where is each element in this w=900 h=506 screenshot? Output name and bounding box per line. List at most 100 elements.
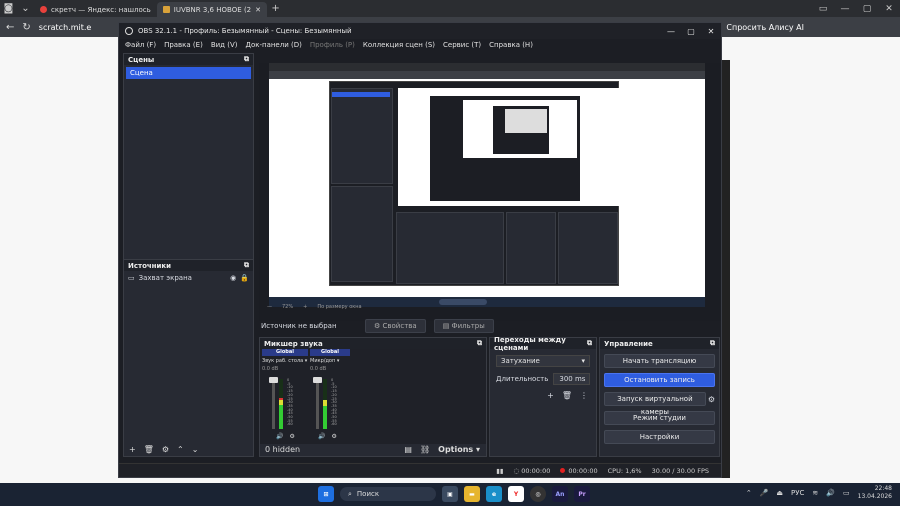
- close-icon[interactable]: ✕: [701, 27, 721, 36]
- move-up-icon[interactable]: ⌃: [177, 445, 184, 454]
- meter-tick: -60: [331, 422, 337, 427]
- channel-name[interactable]: Микр/доп ▾: [310, 358, 350, 364]
- maximize-icon[interactable]: ▢: [681, 27, 701, 36]
- new-tab-button[interactable]: +: [267, 0, 284, 17]
- virtual-camera-button[interactable]: Запуск виртуальной камеры: [604, 392, 706, 416]
- background-window: [722, 60, 730, 478]
- settings-button[interactable]: Настройки: [604, 430, 715, 444]
- undock-icon[interactable]: ⧉: [587, 339, 592, 348]
- properties-button[interactable]: ⚙ Свойства: [365, 319, 426, 333]
- windows-taskbar: ⊞ ⌕ Поиск ▣ ▬ e Y ◎ An Pr ⌃ 🎤 ⏏ РУС ≋ 🔊 ▭…: [0, 483, 900, 506]
- back-icon[interactable]: ←: [6, 22, 14, 33]
- network-icon: ▮▮: [496, 466, 504, 475]
- yandex-browser-icon[interactable]: Y: [508, 486, 524, 502]
- trash-icon[interactable]: 🗑: [562, 391, 572, 400]
- meter-ticks: 0 -5 -10 -15 -20 -25 -30 -35 -40 -45 -50 -55 -60: [287, 378, 293, 427]
- speaker-icon[interactable]: 🔊: [276, 433, 283, 440]
- channel-gear-icon[interactable]: ⚙: [331, 433, 336, 440]
- menu-profile[interactable]: Профиль (P): [310, 41, 355, 49]
- scenes-header: Сцены: [128, 55, 155, 64]
- scene-item[interactable]: Сцена: [126, 67, 251, 79]
- task-view-icon[interactable]: ▣: [442, 486, 458, 502]
- studio-mode-button[interactable]: Режим студии: [604, 411, 715, 425]
- taskbar-search[interactable]: ⌕ Поиск: [340, 487, 436, 501]
- battery-icon[interactable]: ▭: [843, 489, 850, 497]
- undock-icon[interactable]: ⧉: [244, 55, 249, 64]
- mixer-layout-icon[interactable]: ▤: [404, 445, 412, 454]
- chevron-up-icon[interactable]: ⌃: [746, 489, 752, 497]
- maximize-icon[interactable]: ▢: [856, 4, 878, 14]
- meter-tick: -60: [287, 422, 293, 427]
- menu-tools[interactable]: Сервис (T): [443, 41, 481, 49]
- speaker-icon[interactable]: 🔊: [318, 433, 325, 440]
- volume-slider[interactable]: [313, 377, 322, 429]
- undock-icon[interactable]: ⧉: [477, 339, 482, 348]
- tab-list-icon[interactable]: ⌄: [17, 0, 34, 17]
- mixer-channel-desktop: Global Звук раб. стола ▾ 0.0 dB 0 -5 -10 -1…: [262, 349, 308, 440]
- reload-icon[interactable]: ↻: [22, 22, 30, 33]
- profile-icon[interactable]: ◙: [0, 0, 17, 17]
- more-icon[interactable]: ⋮: [580, 391, 588, 400]
- move-down-icon[interactable]: ⌄: [192, 445, 199, 454]
- obs-taskbar-icon[interactable]: ◎: [530, 486, 546, 502]
- microphone-icon[interactable]: 🎤: [760, 489, 769, 497]
- zoom-out-icon[interactable]: —: [267, 304, 272, 310]
- zoom-fit-select[interactable]: По размеру окна: [317, 304, 361, 310]
- fps-readout: 30.00 / 30.00 FPS: [651, 466, 709, 475]
- bookmarks-icon[interactable]: ▭: [812, 4, 834, 14]
- record-time: 00:00:00: [560, 467, 598, 475]
- stop-record-button[interactable]: Остановить запись: [604, 373, 715, 387]
- menu-scene-collection[interactable]: Коллекция сцен (S): [363, 41, 435, 49]
- start-icon[interactable]: ⊞: [318, 486, 334, 502]
- filters-button[interactable]: ▤ Фильтры: [433, 319, 494, 333]
- mixer-channel-mic: Global Микр/доп ▾ 0.0 dB 0 -5 -10 -15 -20 -25…: [310, 349, 350, 440]
- preview-canvas[interactable]: [269, 63, 705, 307]
- add-transition-icon[interactable]: +: [547, 391, 554, 400]
- close-icon[interactable]: ✕: [878, 4, 900, 14]
- browser-tab-1[interactable]: скретч — Яндекс: нашлось: [34, 2, 157, 17]
- edge-icon[interactable]: e: [486, 486, 502, 502]
- duration-input[interactable]: 300 ms: [553, 373, 590, 385]
- premiere-icon[interactable]: Pr: [574, 486, 590, 502]
- lock-icon[interactable]: 🔒: [240, 274, 249, 282]
- animate-icon[interactable]: An: [552, 486, 568, 502]
- minimize-icon[interactable]: —: [834, 4, 856, 14]
- url-field[interactable]: scratch.mit.e: [39, 23, 92, 32]
- gear-icon[interactable]: ⚙: [162, 445, 169, 454]
- menu-file[interactable]: Файл (F): [125, 41, 156, 49]
- desktop-screen: ◙ ⌄ скретч — Яндекс: нашлось IUVBNR 3,6 …: [0, 0, 900, 506]
- menu-docks[interactable]: Док-панели (D): [245, 41, 301, 49]
- transition-value: Затухание: [501, 357, 540, 365]
- close-tab-icon[interactable]: ✕: [255, 6, 261, 14]
- zoom-in-icon[interactable]: +: [303, 304, 307, 310]
- volume-icon[interactable]: 🔊: [826, 489, 835, 497]
- undock-icon[interactable]: ⧉: [244, 261, 249, 270]
- record-icon: [560, 467, 566, 473]
- controls-dock: Управление ⧉ Начать трансляцию Остановить…: [599, 337, 720, 457]
- menu-view[interactable]: Вид (V): [211, 41, 238, 49]
- trash-icon[interactable]: 🗑: [144, 445, 154, 454]
- language-indicator[interactable]: РУС: [791, 489, 804, 497]
- file-explorer-icon[interactable]: ▬: [464, 486, 480, 502]
- undock-icon[interactable]: ⧉: [710, 339, 715, 348]
- volume-slider[interactable]: [269, 377, 278, 429]
- start-stream-button[interactable]: Начать трансляцию: [604, 354, 715, 368]
- minimize-icon[interactable]: —: [661, 27, 681, 36]
- browser-tab-2[interactable]: IUVBNR 3,6 НОВОЕ (2 ✕: [156, 2, 268, 17]
- filters-label: Фильтры: [451, 322, 485, 330]
- eye-icon[interactable]: ◉: [230, 274, 236, 282]
- menu-help[interactable]: Справка (H): [489, 41, 533, 49]
- menu-edit[interactable]: Правка (E): [164, 41, 203, 49]
- wifi-icon[interactable]: ≋: [812, 489, 818, 497]
- transition-select[interactable]: Затухание ▾: [496, 355, 590, 367]
- virtual-camera-gear-icon[interactable]: ⚙: [708, 395, 715, 404]
- source-item[interactable]: ▭ Захват экрана ◉ 🔒: [124, 271, 253, 285]
- clock[interactable]: 22:48 13.04.2026: [858, 485, 892, 501]
- options-button[interactable]: Options ▾: [438, 445, 480, 454]
- channel-gear-icon[interactable]: ⚙: [289, 433, 294, 440]
- channel-name-label: Микр/доп: [310, 358, 336, 364]
- usb-icon[interactable]: ⏏: [776, 489, 783, 497]
- add-icon[interactable]: +: [129, 445, 136, 454]
- channel-name[interactable]: Звук раб. стола ▾: [262, 358, 308, 364]
- link-icon[interactable]: ⛓: [420, 445, 430, 454]
